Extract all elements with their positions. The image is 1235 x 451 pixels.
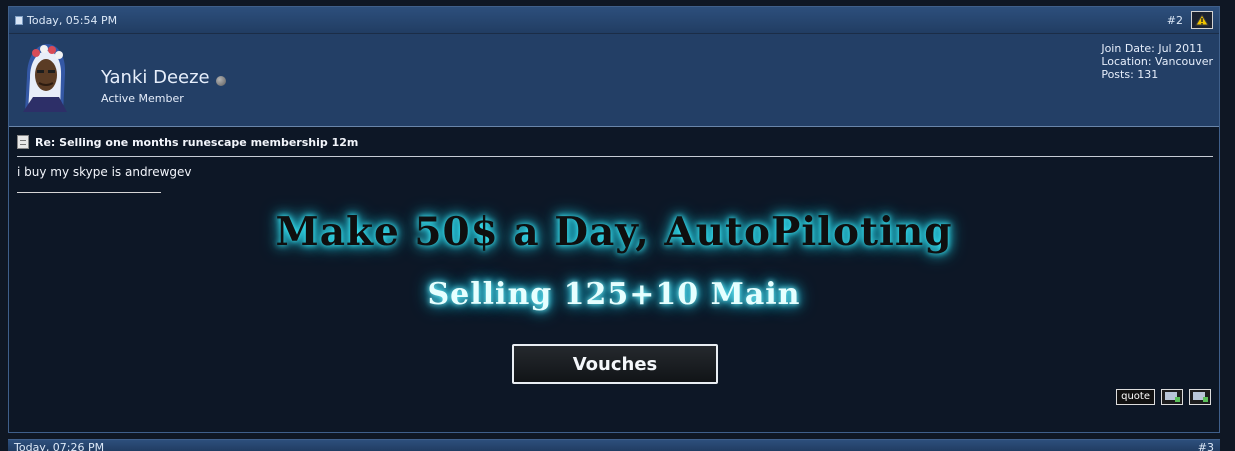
document-icon xyxy=(17,135,29,149)
signature-divider xyxy=(17,192,161,193)
divider xyxy=(17,156,1213,157)
post-header-right: #2 xyxy=(1167,11,1213,29)
username[interactable]: Yanki Deeze xyxy=(101,67,226,88)
document-icon xyxy=(15,15,23,25)
avatar[interactable] xyxy=(17,40,71,114)
post-title-row: Re: Selling one months runescape members… xyxy=(17,135,358,149)
post-number[interactable]: #2 xyxy=(1167,14,1183,27)
join-date: Join Date: Jul 2011 xyxy=(1101,42,1204,55)
post-date: Today, 05:54 PM xyxy=(15,14,117,27)
user-title: Active Member xyxy=(101,92,184,105)
signature-banner-title: Make 50$ a Day, AutoPiloting xyxy=(275,209,953,255)
signature-banner-subtitle: Selling 125+10 Main xyxy=(427,277,801,312)
user-info-row: Yanki Deeze Active Member Join Date: Jul… xyxy=(9,34,1219,127)
post-message: i buy my skype is andrewgev xyxy=(17,165,192,179)
post-header: Today, 05:54 PM #2 xyxy=(9,7,1219,34)
multiquote-icon[interactable] xyxy=(1161,389,1183,405)
offline-dot-icon xyxy=(215,75,226,86)
vouches-button[interactable]: Vouches xyxy=(512,344,718,384)
warning-icon[interactable] xyxy=(1191,11,1213,29)
reply-icon[interactable] xyxy=(1189,389,1211,405)
post-content: Re: Selling one months runescape members… xyxy=(9,127,1219,409)
post-actions: quote xyxy=(1116,389,1211,405)
post-date-text: Today, 05:54 PM xyxy=(27,13,118,27)
username-text[interactable]: Yanki Deeze xyxy=(101,67,210,88)
post-count: Posts: 131 xyxy=(1101,68,1159,81)
post-title: Re: Selling one months runescape members… xyxy=(35,135,359,149)
quote-button[interactable]: quote xyxy=(1116,389,1155,405)
user-stats: Join Date: Jul 2011 Location: Vancouver … xyxy=(1101,42,1213,81)
next-post-header: Today, 07:26 PM #3 xyxy=(8,439,1220,451)
forum-post: Today, 05:54 PM #2 Yanki Deeze Active Me… xyxy=(8,6,1220,433)
location: Location: Vancouver xyxy=(1101,55,1213,68)
